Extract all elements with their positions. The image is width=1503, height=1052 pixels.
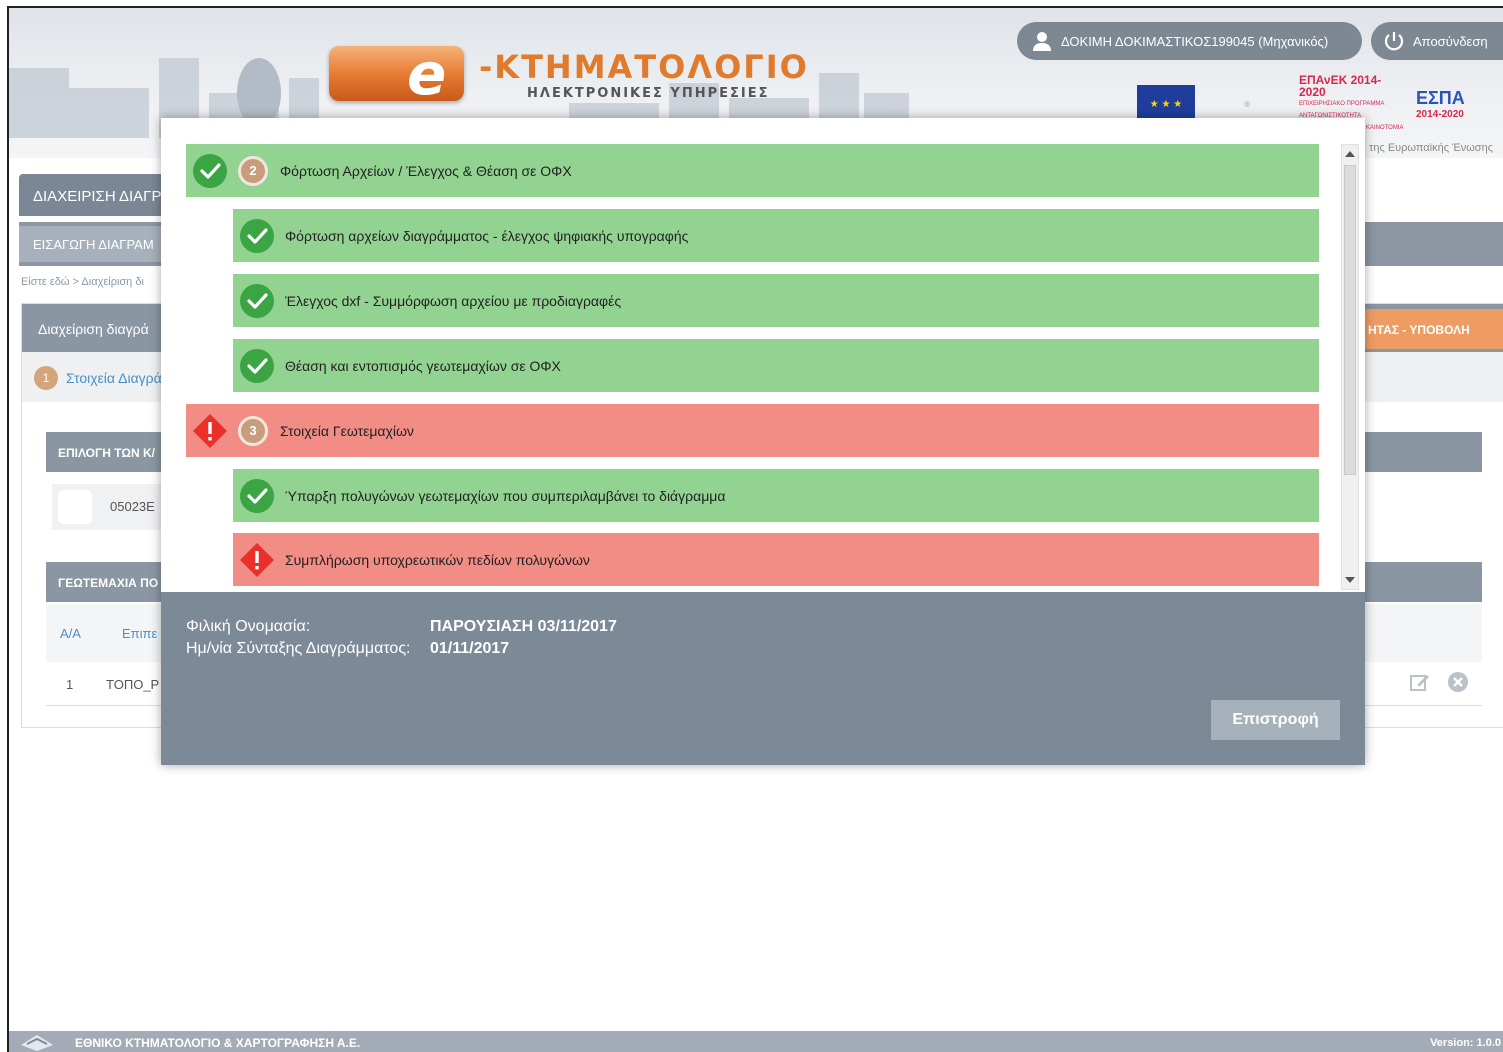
- check-circle-icon: [240, 478, 274, 513]
- error-diamond-icon: [240, 542, 274, 577]
- list-item: Ύπαρξη πολυγώνων γεωτεμαχίων που συμπερι…: [233, 469, 1319, 522]
- check-circle-icon: [193, 153, 227, 188]
- column-header-epip[interactable]: Επιπε: [122, 626, 157, 641]
- item-text: Ύπαρξη πολυγώνων γεωτεμαχίων που συμπερι…: [285, 487, 726, 504]
- list-item: Φόρτωση αρχείων διαγράμματος - έλεγχος ψ…: [233, 209, 1319, 262]
- item-text: Έλεγχος dxf - Συμμόρφωση αρχείου με προδ…: [285, 292, 622, 309]
- row-number: 1: [66, 677, 74, 692]
- diagram-date-label: Ημ/νία Σύνταξης Διαγράμματος:: [186, 640, 411, 657]
- step-number: 1: [34, 366, 58, 390]
- item-text: Φόρτωση αρχείων διαγράμματος - έλεγχος ψ…: [285, 227, 689, 244]
- user-profile-button[interactable]: ΔΟΚΙΜΗ ΔΟΚΙΜΑΣΤΙΚΟΣ199045 (Μηχανικός): [1017, 22, 1362, 60]
- list-item: 3 Στοιχεία Γεωτεμαχίων: [186, 404, 1319, 457]
- delete-icon[interactable]: [1446, 670, 1470, 694]
- list-item: Συμπλήρωση υποχρεωτικών πεδίων πολυγώνων: [233, 533, 1319, 586]
- espa-title: ΕΣΠΑ: [1416, 88, 1465, 108]
- logo-subtitle: ΗΛΕΚΤΡΟΝΙΚΕΣ ΥΠΗΡΕΣΙΕΣ: [527, 86, 770, 101]
- submit-step-button[interactable]: ΗΤΑΣ - ΥΠΟΒΟΛΗ: [1354, 309, 1503, 349]
- validation-modal: 2 Φόρτωση Αρχείων / Έλεγχος & Θέαση σε Ο…: [161, 118, 1365, 765]
- check-circle-icon: [240, 218, 274, 253]
- list-item: Έλεγχος dxf - Συμμόρφωση αρχείου με προδ…: [233, 274, 1319, 327]
- logo-title: -ΚΤΗΜΑΤΟΛΟΓΙΟ: [479, 48, 809, 86]
- epanek-title: ΕΠΑνΕΚ 2014-2020: [1299, 73, 1382, 99]
- list-item: 2 Φόρτωση Αρχείων / Έλεγχος & Θέαση σε Ο…: [186, 144, 1319, 197]
- power-icon: [1384, 32, 1404, 51]
- item-text: Συμπλήρωση υποχρεωτικών πεδίων πολυγώνων: [285, 551, 590, 568]
- eu-caption: της Ευρωπαϊκής Ένωσης: [1369, 142, 1493, 154]
- friendly-name-value: ΠΑΡΟΥΣΙΑΣΗ 03/11/2017: [430, 618, 617, 635]
- list-item: Θέαση και εντοπισμός γεωτεμαχίων σε ΟΦΧ: [233, 339, 1319, 392]
- diagram-date-value: 01/11/2017: [430, 640, 510, 657]
- breadcrumb: Είστε εδώ > Διαχείριση δι: [21, 276, 144, 288]
- friendly-name-label: Φιλική Ονομασία:: [186, 618, 311, 635]
- parcel-code: 05023Ε: [110, 499, 155, 514]
- version-label: Version: 1.0.0: [1430, 1037, 1501, 1049]
- error-diamond-icon: [193, 413, 227, 448]
- modal-footer: Φιλική Ονομασία: ΠΑΡΟΥΣΙΑΣΗ 03/11/2017 Η…: [161, 592, 1365, 765]
- logout-button[interactable]: Αποσύνδεση: [1371, 22, 1503, 60]
- logout-label: Αποσύνδεση: [1413, 33, 1488, 49]
- row-topo: ΤΟΠΟ_Ρ: [106, 677, 160, 692]
- item-text: Φόρτωση Αρχείων / Έλεγχος & Θέαση σε ΟΦΧ: [280, 162, 572, 179]
- check-circle-icon: [240, 283, 274, 318]
- step-number-badge: 3: [238, 415, 268, 446]
- espa-years: 2014-2020: [1416, 109, 1464, 120]
- parcel-checkbox-card[interactable]: 05023Ε: [52, 484, 172, 530]
- scroll-down-arrow-icon[interactable]: [1345, 577, 1355, 583]
- scroll-up-arrow-icon[interactable]: [1345, 151, 1355, 157]
- ministry-logo: ◎: [1243, 100, 1251, 108]
- logo-letter: e: [407, 40, 447, 108]
- item-text: Θέαση και εντοπισμός γεωτεμαχίων σε ΟΦΧ: [285, 357, 561, 374]
- espa-logo: ΕΣΠΑ 2014-2020: [1416, 88, 1465, 120]
- organisation-name: ΕΘΝΙΚΟ ΚΤΗΜΑΤΟΛΟΓΙΟ & ΧΑΡΤΟΓΡΑΦΗΣΗ Α.Ε.: [75, 1036, 361, 1050]
- item-text: Στοιχεία Γεωτεμαχίων: [280, 422, 414, 439]
- scrollbar-thumb[interactable]: [1344, 165, 1356, 475]
- parcel-checkbox[interactable]: [58, 490, 92, 524]
- site-footer: ΕΘΝΙΚΟ ΚΤΗΜΑΤΟΛΟΓΙΟ & ΧΑΡΤΟΓΡΑΦΗΣΗ Α.Ε. …: [9, 1031, 1503, 1052]
- list-scrollbar[interactable]: [1341, 144, 1359, 590]
- step-link-diagram-data[interactable]: Στοιχεία Διαγρά: [66, 370, 162, 386]
- return-button[interactable]: Επιστροφή: [1211, 700, 1340, 740]
- row-actions: [1408, 670, 1470, 694]
- validation-list[interactable]: 2 Φόρτωση Αρχείων / Έλεγχος & Θέαση σε Ο…: [161, 118, 1365, 592]
- step-number-badge: 2: [238, 155, 268, 186]
- check-circle-icon: [240, 348, 274, 383]
- edit-icon[interactable]: [1408, 670, 1432, 694]
- user-icon: [1033, 32, 1051, 51]
- organisation-logo-icon: [21, 1035, 53, 1051]
- user-name: ΔΟΚΙΜΗ ΔΟΚΙΜΑΣΤΙΚΟΣ199045 (Μηχανικός): [1061, 33, 1329, 49]
- column-header-aa[interactable]: Α/Α: [60, 626, 81, 641]
